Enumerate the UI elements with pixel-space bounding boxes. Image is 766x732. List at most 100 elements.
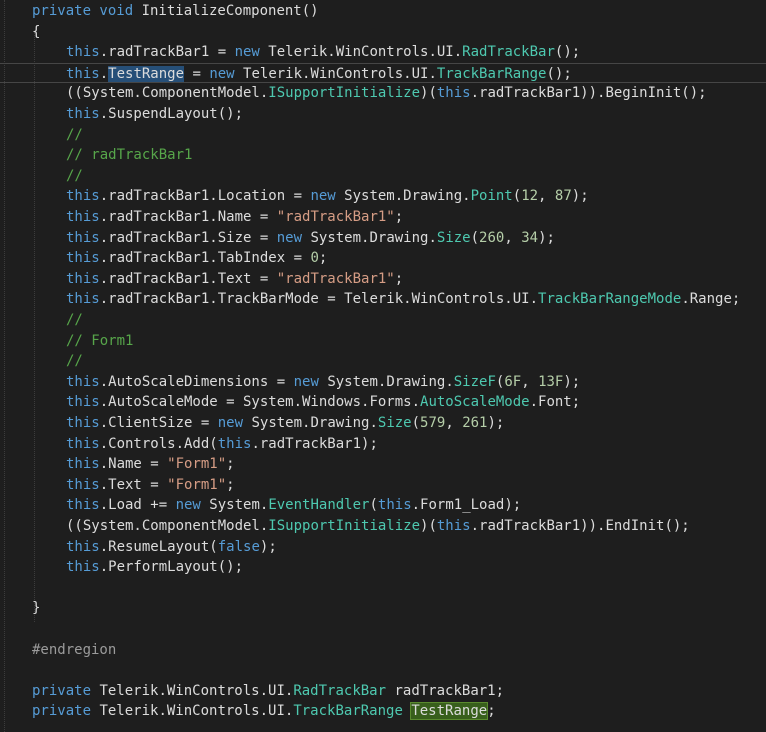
code-line[interactable]: this.radTrackBar1.TrackBarMode = Telerik… bbox=[0, 289, 766, 310]
code-token: this bbox=[66, 44, 100, 61]
code-line[interactable]: this.radTrackBar1.Text = "radTrackBar1"; bbox=[0, 269, 766, 290]
code-token: 260 bbox=[479, 229, 505, 246]
code-line[interactable]: this.radTrackBar1.Location = new System.… bbox=[0, 186, 766, 207]
code-token: new bbox=[276, 229, 303, 246]
code-line[interactable]: this.SuspendLayout(); bbox=[0, 104, 766, 125]
code-token: radTrackBar1; bbox=[386, 682, 505, 699]
code-token: .ResumeLayout( bbox=[99, 538, 218, 555]
code-token: // bbox=[66, 312, 83, 328]
code-token: , bbox=[445, 415, 463, 431]
code-token: private bbox=[32, 682, 92, 699]
code-token: Telerik.WinControls.UI. bbox=[234, 65, 437, 82]
code-token: new bbox=[293, 373, 319, 390]
code-line[interactable] bbox=[0, 578, 766, 599]
code-line[interactable]: private Telerik.WinControls.UI.RadTrackB… bbox=[0, 681, 766, 702]
code-token: this bbox=[436, 85, 471, 102]
code-token: 0 bbox=[310, 250, 319, 267]
code-token: // Form1 bbox=[66, 332, 134, 349]
code-line-text: // bbox=[66, 125, 83, 146]
code-line[interactable] bbox=[0, 660, 766, 681]
code-line[interactable]: // bbox=[0, 351, 766, 372]
code-token: ((System.ComponentModel. bbox=[66, 85, 269, 102]
code-token: .radTrackBar1.Name = bbox=[99, 209, 277, 225]
code-token: new bbox=[310, 188, 336, 205]
code-token: 6F bbox=[504, 373, 522, 390]
code-line-text: this.ResumeLayout(false); bbox=[66, 537, 277, 558]
code-line-text: this.radTrackBar1.TrackBarMode = Telerik… bbox=[66, 289, 740, 310]
code-line[interactable]: this.PerformLayout(); bbox=[0, 557, 766, 578]
code-token: this bbox=[66, 106, 100, 122]
code-token: .AutoScaleMode = System.Windows.Forms. bbox=[99, 394, 421, 411]
code-line[interactable]: { bbox=[0, 22, 766, 43]
code-token: .radTrackBar1)).BeginInit(); bbox=[470, 85, 707, 102]
code-token: Telerik.WinControls.UI. bbox=[91, 682, 294, 699]
code-token: .Font; bbox=[529, 394, 581, 411]
code-line[interactable]: this.radTrackBar1.Name = "radTrackBar1"; bbox=[0, 207, 766, 228]
code-token: "Form1" bbox=[167, 456, 227, 473]
code-line[interactable] bbox=[0, 619, 766, 640]
code-line[interactable]: this.AutoScaleMode = System.Windows.Form… bbox=[0, 392, 766, 413]
code-token: .Controls.Add( bbox=[99, 435, 218, 452]
code-line[interactable]: this.Controls.Add(this.radTrackBar1); bbox=[0, 434, 766, 455]
code-token: ((System.ComponentModel. bbox=[66, 518, 269, 534]
code-token: SizeF bbox=[453, 373, 496, 390]
code-token: .radTrackBar1.TrackBarMode = Telerik.Win… bbox=[99, 291, 539, 308]
code-line[interactable]: private Telerik.WinControls.UI.TrackBarR… bbox=[0, 701, 766, 722]
code-token: // radTrackBar1 bbox=[66, 147, 193, 164]
code-token: .radTrackBar1)).EndInit(); bbox=[470, 518, 690, 534]
code-line[interactable]: ((System.ComponentModel.ISupportInitiali… bbox=[0, 516, 766, 537]
code-token: ISupportInitialize bbox=[268, 518, 421, 534]
code-token: private bbox=[32, 703, 92, 720]
code-editor[interactable]: private void InitializeComponent(){ this.… bbox=[0, 0, 766, 732]
code-line[interactable]: this.Load += new System.EventHandler(thi… bbox=[0, 495, 766, 516]
code-line[interactable]: } bbox=[0, 598, 766, 619]
code-line[interactable]: // bbox=[0, 125, 766, 146]
code-token: EventHandler bbox=[268, 497, 370, 514]
code-token: new bbox=[175, 497, 201, 514]
code-token: { bbox=[32, 23, 41, 40]
code-token: 261 bbox=[462, 415, 488, 431]
code-token: .radTrackBar1.Location = bbox=[99, 188, 311, 205]
code-token: . bbox=[99, 65, 109, 82]
code-line-text: this.AutoScaleDimensions = new System.Dr… bbox=[66, 372, 580, 393]
code-line[interactable]: #endregion bbox=[0, 640, 766, 661]
code-line[interactable]: // radTrackBar1 bbox=[0, 145, 766, 166]
code-line-text: this.Load += new System.EventHandler(thi… bbox=[66, 495, 521, 516]
code-line[interactable]: this.TestRange = new Telerik.WinControls… bbox=[0, 62, 766, 84]
code-line[interactable]: // Form1 bbox=[0, 331, 766, 352]
code-token: .Form1_Load); bbox=[411, 497, 522, 514]
code-token: TrackBarRange bbox=[436, 65, 547, 82]
code-line[interactable]: ((System.ComponentModel.ISupportInitiali… bbox=[0, 83, 766, 104]
code-token: this bbox=[66, 456, 100, 473]
code-line[interactable]: this.ResumeLayout(false); bbox=[0, 537, 766, 558]
code-line[interactable]: this.Name = "Form1"; bbox=[0, 454, 766, 475]
code-token: 13F bbox=[538, 373, 564, 390]
code-line[interactable]: private void InitializeComponent() bbox=[0, 1, 766, 22]
code-token: .radTrackBar1); bbox=[251, 435, 378, 452]
code-line[interactable]: this.radTrackBar1.TabIndex = 0; bbox=[0, 248, 766, 269]
code-line-text: this.radTrackBar1.Name = "radTrackBar1"; bbox=[66, 207, 403, 228]
code-token: Telerik.WinControls.UI. bbox=[259, 44, 463, 61]
code-token: this bbox=[66, 188, 100, 205]
code-line-text: // bbox=[66, 351, 83, 372]
code-line-text: this.SuspendLayout(); bbox=[66, 104, 243, 125]
code-token: new bbox=[209, 65, 235, 82]
code-token: ISupportInitialize bbox=[268, 85, 421, 102]
code-line[interactable]: this.ClientSize = new System.Drawing.Siz… bbox=[0, 413, 766, 434]
code-token: RadTrackBar bbox=[293, 682, 387, 699]
code-token: this bbox=[66, 250, 100, 267]
code-token: AutoScaleMode bbox=[420, 394, 530, 411]
code-line[interactable]: // bbox=[0, 166, 766, 187]
code-token: false bbox=[217, 538, 260, 555]
highlighted-symbol: TestRange bbox=[108, 65, 185, 82]
code-token: // bbox=[66, 126, 83, 143]
code-token: , bbox=[538, 188, 555, 205]
code-line[interactable]: this.radTrackBar1.Size = new System.Draw… bbox=[0, 228, 766, 249]
code-line-text: ((System.ComponentModel.ISupportInitiali… bbox=[66, 516, 690, 537]
code-line-text: this.radTrackBar1 = new Telerik.WinContr… bbox=[66, 42, 580, 63]
code-line[interactable]: this.AutoScaleDimensions = new System.Dr… bbox=[0, 372, 766, 393]
code-line[interactable]: this.Text = "Form1"; bbox=[0, 475, 766, 496]
code-token: new bbox=[234, 44, 260, 61]
code-line[interactable]: this.radTrackBar1 = new Telerik.WinContr… bbox=[0, 42, 766, 63]
code-line[interactable]: // bbox=[0, 310, 766, 331]
